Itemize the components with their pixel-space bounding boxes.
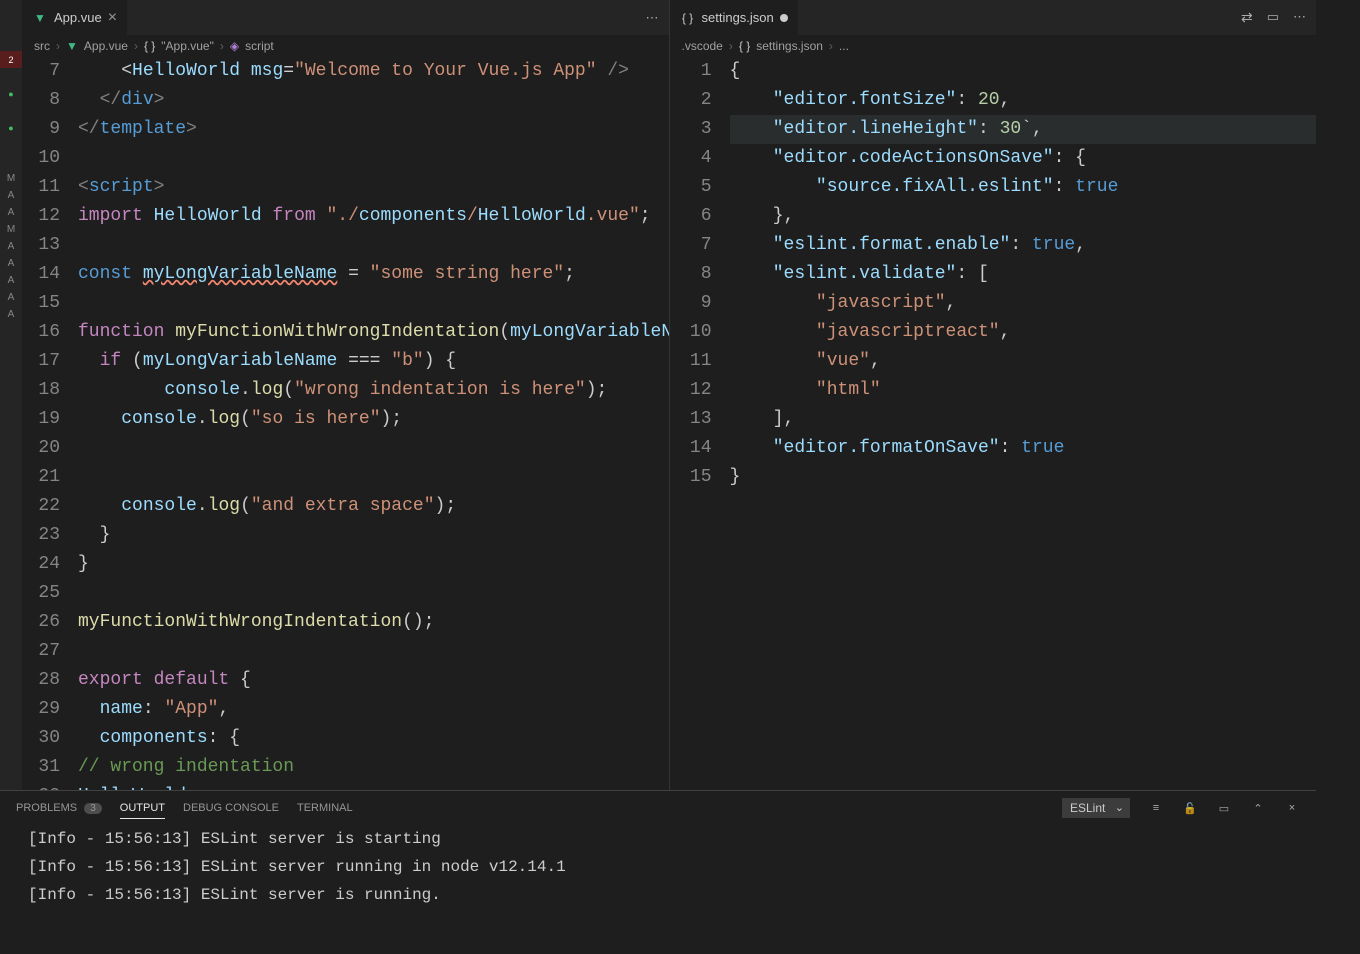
compare-icon[interactable]: ⇄ (1241, 9, 1253, 26)
component-icon: ◈ (230, 39, 239, 53)
chevron-up-icon[interactable]: ⌃ (1250, 802, 1266, 815)
more-icon[interactable]: ⋯ (646, 10, 659, 26)
close-icon[interactable]: × (108, 9, 117, 27)
problems-count-badge: 3 (84, 803, 102, 814)
output-channel-select[interactable]: ESLint (1062, 798, 1130, 818)
breadcrumb-item[interactable]: App.vue (84, 39, 128, 53)
tab-settings-json[interactable]: { } settings.json (670, 0, 799, 35)
clear-icon[interactable]: ▭ (1216, 802, 1232, 815)
vue-icon: ▼ (66, 39, 78, 53)
modified-indicator-icon (780, 14, 788, 22)
panel-tab-output[interactable]: Output (120, 798, 165, 819)
braces-icon: { } (144, 39, 155, 53)
tabs-left: ▼ App.vue × ⋯ (22, 0, 669, 35)
tab-filename: App.vue (54, 10, 102, 25)
split-icon[interactable]: ▭ (1267, 9, 1279, 26)
breadcrumb-item[interactable]: .vscode (682, 39, 723, 53)
panel-tab-terminal[interactable]: Terminal (297, 798, 353, 818)
lock-icon[interactable]: 🔓 (1182, 802, 1198, 815)
editor-right[interactable]: 123456789101112131415 { "editor.fontSize… (670, 57, 1317, 790)
filter-icon[interactable]: ≡ (1148, 802, 1164, 814)
diff-gutter: 2●●MAAMAAAAA (0, 0, 22, 790)
json-icon: { } (680, 10, 696, 26)
editor-left[interactable]: 7891011121314151617181920212223242526272… (22, 57, 669, 790)
close-icon[interactable]: × (1284, 802, 1300, 814)
breadcrumb-item[interactable]: src (34, 39, 50, 53)
breadcrumb-left[interactable]: src › ▼ App.vue › { } "App.vue" › ◈ scri… (22, 35, 669, 57)
panel-tab-problems[interactable]: Problems 3 (16, 798, 102, 818)
breadcrumb-right[interactable]: .vscode › { } settings.json › ... (670, 35, 1317, 57)
more-icon[interactable]: ⋯ (1293, 9, 1306, 26)
tabs-right: { } settings.json ⇄ ▭ ⋯ (670, 0, 1317, 35)
output-body[interactable]: [Info - 15:56:13] ESLint server is start… (0, 825, 1316, 923)
breadcrumb-item[interactable]: ... (839, 39, 849, 53)
breadcrumb-item[interactable]: script (245, 39, 274, 53)
tab-app-vue[interactable]: ▼ App.vue × (22, 0, 128, 35)
breadcrumb-item[interactable]: "App.vue" (161, 39, 214, 53)
tab-filename: settings.json (702, 10, 774, 25)
breadcrumb-item[interactable]: settings.json (756, 39, 823, 53)
bottom-panel: Problems 3 Output Debug Console Terminal… (0, 790, 1316, 923)
vue-icon: ▼ (32, 10, 48, 26)
json-icon: { } (739, 39, 750, 53)
panel-tab-debug[interactable]: Debug Console (183, 798, 279, 818)
